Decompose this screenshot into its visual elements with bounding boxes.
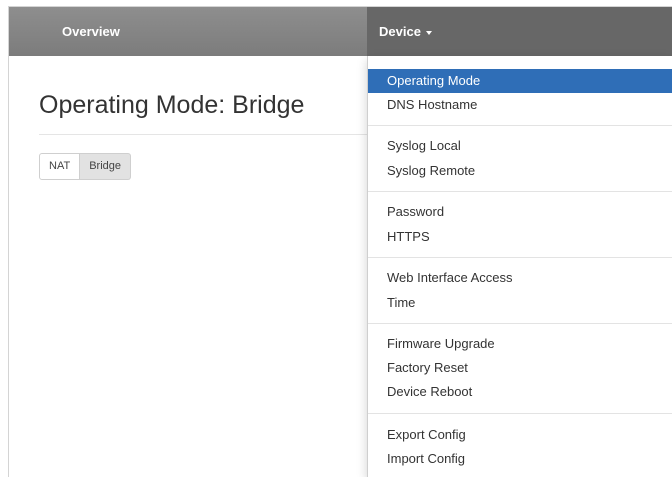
operating-mode-toggle: NAT Bridge — [39, 153, 131, 180]
menu-divider — [368, 191, 672, 192]
browser-viewport: Overview Device Operating Mode: Bridge N… — [8, 6, 672, 477]
menu-item-factory-reset[interactable]: Factory Reset — [368, 356, 672, 380]
top-navbar: Overview Device — [9, 7, 672, 56]
nav-overview[interactable]: Overview — [62, 7, 120, 56]
nav-device-dropdown-toggle[interactable]: Device — [367, 7, 672, 56]
menu-item-operating-mode[interactable]: Operating Mode — [368, 69, 672, 93]
menu-divider — [368, 323, 672, 324]
title-divider — [39, 134, 369, 135]
menu-item-dns-hostname[interactable]: DNS Hostname — [368, 93, 672, 117]
page-title: Operating Mode: Bridge — [39, 91, 305, 119]
menu-item-https[interactable]: HTTPS — [368, 225, 672, 249]
menu-item-firmware-upgrade[interactable]: Firmware Upgrade — [368, 332, 672, 356]
menu-item-syslog-local[interactable]: Syslog Local — [368, 134, 672, 158]
menu-item-export-config[interactable]: Export Config — [368, 423, 672, 447]
menu-divider — [368, 257, 672, 258]
nav-device-label: Device — [379, 24, 421, 39]
menu-item-time[interactable]: Time — [368, 291, 672, 315]
nat-mode-button[interactable]: NAT — [39, 153, 81, 180]
menu-item-syslog-remote[interactable]: Syslog Remote — [368, 159, 672, 183]
nav-overview-label: Overview — [62, 24, 120, 39]
caret-down-icon — [425, 30, 432, 35]
menu-item-password[interactable]: Password — [368, 200, 672, 224]
menu-divider — [368, 413, 672, 414]
menu-divider — [368, 125, 672, 126]
menu-item-web-interface-access[interactable]: Web Interface Access — [368, 266, 672, 290]
menu-item-import-config[interactable]: Import Config — [368, 447, 672, 471]
menu-item-device-reboot[interactable]: Device Reboot — [368, 380, 672, 404]
bridge-mode-button[interactable]: Bridge — [80, 153, 131, 180]
device-dropdown-menu: Operating Mode DNS Hostname Syslog Local… — [367, 56, 672, 477]
